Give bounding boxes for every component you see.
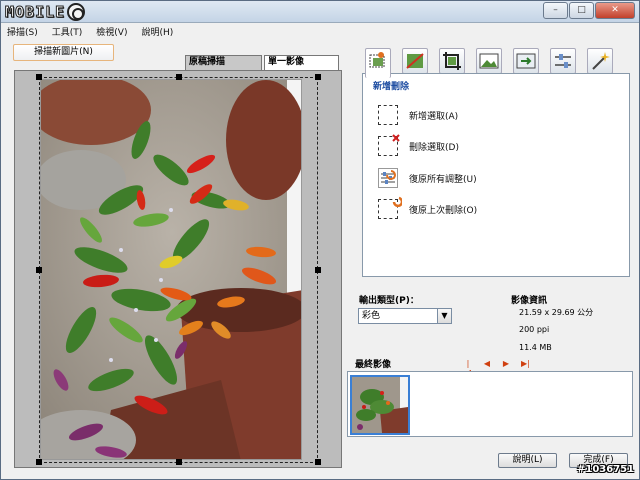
last-page-icon[interactable]: ▶| [521, 359, 530, 368]
output-type-value: 彩色 [362, 311, 381, 321]
settings-tool-icon[interactable] [550, 48, 576, 74]
undo-adjustments-option[interactable]: 復原所有調整(U) [378, 168, 477, 188]
scan-new-image-button[interactable]: 掃描新圖片(N) [13, 44, 114, 61]
next-page-icon[interactable]: ▶ [502, 359, 510, 368]
rotate-tool-icon[interactable] [439, 48, 465, 74]
menu-bar: 掃描(S) 工具(T) 檢視(V) 說明(H) [1, 23, 639, 39]
final-image-thumbnail[interactable] [350, 375, 410, 435]
final-image-strip [347, 371, 633, 437]
logo-text: MOBILE [4, 3, 66, 22]
app-logo: MOBILE [4, 2, 86, 22]
tab-original-scan[interactable]: 原稿掃描 [185, 55, 262, 70]
output-type-select[interactable]: 彩色 ▼ [358, 308, 452, 324]
undo-delete-label: 復原上次刪除(O) [409, 205, 478, 216]
delete-selection-label: 刪除選取(D) [409, 142, 459, 153]
export-tool-icon[interactable] [513, 48, 539, 74]
crop-handle-tc[interactable] [176, 74, 182, 80]
options-title: 新增刪除 [373, 82, 410, 92]
add-selection-icon [378, 105, 398, 125]
thumbnail-navigation: |◀ ◀ ▶ ▶| [464, 359, 530, 377]
add-selection-label: 新增選取(A) [409, 111, 459, 122]
undo-adjustments-icon [378, 168, 398, 188]
tab-single-image[interactable]: 單一影像 [264, 55, 339, 70]
window-controls: – □ ✕ [543, 2, 635, 19]
final-image-label: 最終影像 [355, 360, 392, 370]
menu-tools[interactable]: 工具(T) [52, 25, 83, 38]
prev-page-icon[interactable]: ◀ [483, 359, 491, 368]
crop-handle-mr[interactable] [315, 267, 321, 273]
tool-toolbar [365, 48, 627, 78]
minimize-button[interactable]: – [543, 2, 568, 19]
magic-tool-icon[interactable] [587, 48, 613, 74]
image-size: 21.59 x 29.69 公分 [519, 308, 594, 317]
image-tool-icon[interactable] [476, 48, 502, 74]
undo-delete-option[interactable]: 復原上次刪除(O) [378, 196, 478, 219]
crop-handle-tl[interactable] [36, 74, 42, 80]
app-window: MOBILE – □ ✕ 掃描(S) 工具(T) 檢視(V) 說明(H) 掃描新… [0, 0, 640, 480]
crop-handle-br[interactable] [315, 459, 321, 465]
crop-handle-ml[interactable] [36, 267, 42, 273]
output-type-label: 輸出類型(P)： [359, 296, 419, 306]
image-file-size: 11.4 MB [519, 343, 552, 352]
first-page-icon[interactable]: |◀ [464, 359, 472, 377]
title-bar: MOBILE – □ ✕ [1, 1, 639, 23]
menu-view[interactable]: 檢視(V) [96, 25, 127, 38]
delete-selection-icon [378, 134, 400, 156]
chevron-down-icon[interactable]: ▼ [437, 309, 451, 323]
maximize-button[interactable]: □ [569, 2, 594, 19]
watermark: #1036751 [577, 464, 635, 475]
help-button[interactable]: 說明(L) [498, 453, 557, 468]
image-info-title: 影像資訊 [511, 296, 548, 306]
undo-adjustments-label: 復原所有調整(U) [409, 174, 477, 185]
crop-handle-tr[interactable] [315, 74, 321, 80]
options-panel: 新增刪除 新增選取(A) 刪除選取(D) 復原所有調整(U) 復原上次刪除(O) [362, 73, 630, 277]
crop-selection-box[interactable] [39, 77, 318, 463]
crop-handle-bl[interactable] [36, 459, 42, 465]
close-button[interactable]: ✕ [595, 2, 635, 19]
menu-help[interactable]: 說明(H) [141, 25, 173, 38]
menu-scan[interactable]: 掃描(S) [7, 25, 38, 38]
crop-handle-bc[interactable] [176, 459, 182, 465]
adjust-tool-icon[interactable] [402, 48, 428, 74]
image-resolution: 200 ppi [519, 325, 550, 334]
scan-preview-area[interactable] [14, 70, 342, 468]
add-selection-option[interactable]: 新增選取(A) [378, 105, 458, 125]
logo-emblem-icon [67, 3, 86, 21]
delete-selection-option[interactable]: 刪除選取(D) [378, 134, 459, 156]
crop-tool-icon[interactable] [365, 48, 391, 78]
undo-delete-icon [378, 196, 402, 219]
preview-panel: 掃描新圖片(N) 原稿掃描 單一影像 [4, 41, 344, 473]
tools-panel: 新增刪除 新增選取(A) 刪除選取(D) 復原所有調整(U) 復原上次刪除(O)… [347, 41, 637, 473]
